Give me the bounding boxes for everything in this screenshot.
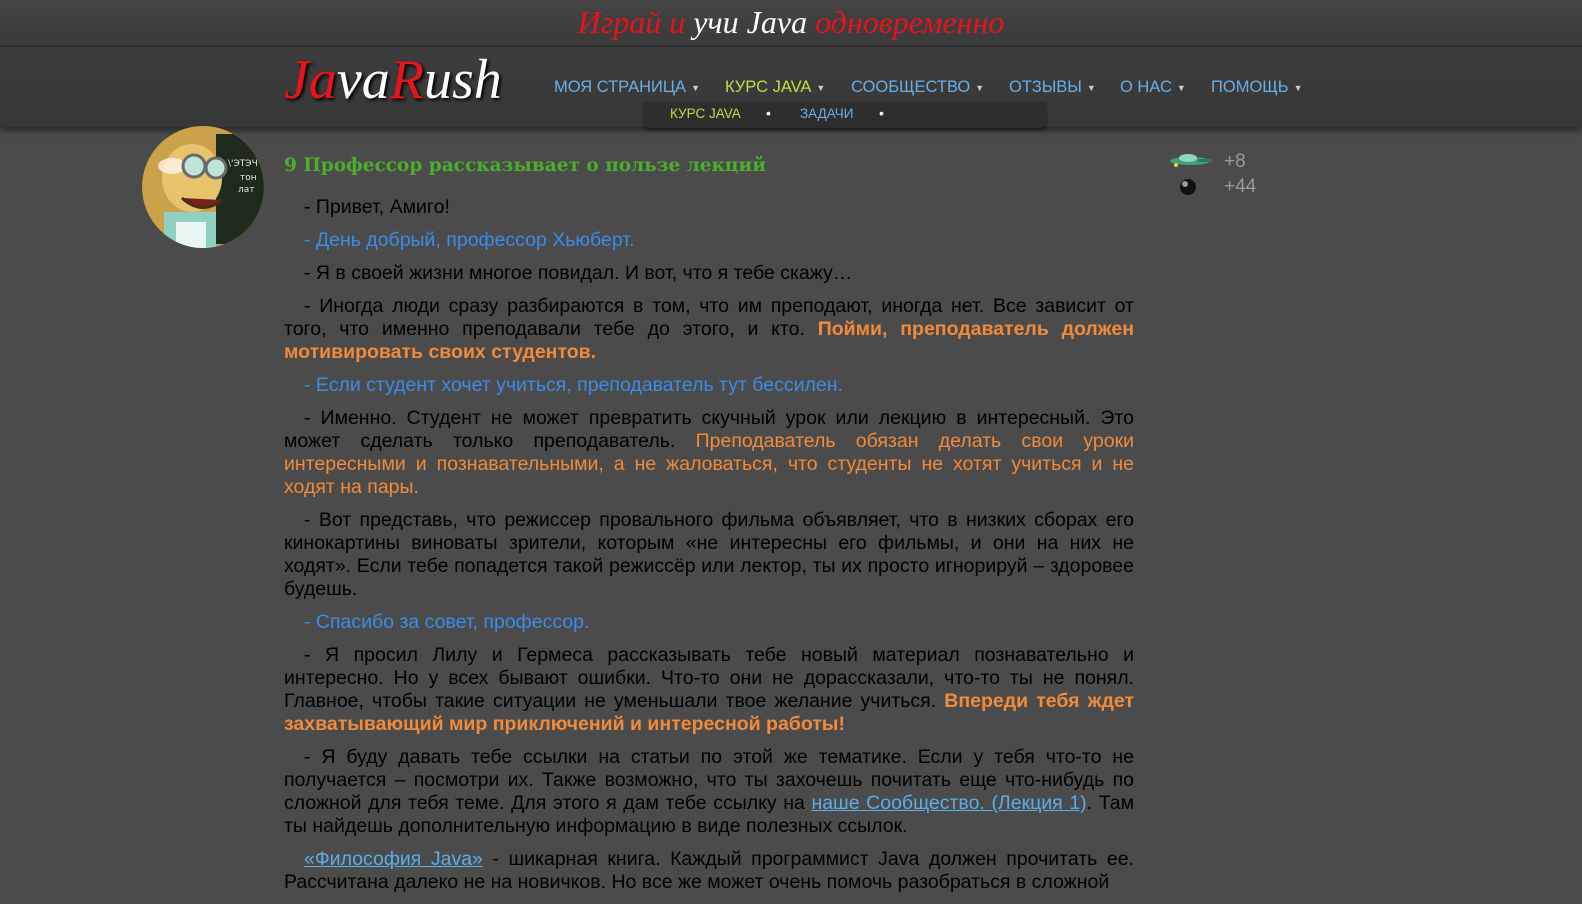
dialog-professor: - Именно. Студент не может превратить ск… (284, 407, 1134, 499)
reward-row: +44 (1176, 175, 1296, 200)
nav-reviews[interactable]: ОТЗЫВЫ ▼ (1009, 74, 1096, 101)
banner-part-play: Играй и (577, 4, 686, 40)
lesson-title: 9 Профессор рассказывает о пользе лекций (284, 155, 766, 176)
svg-text:тон: тон (240, 173, 257, 183)
banner-part-simultaneously: одновременно (815, 4, 1005, 40)
logo-letter-a: a (308, 49, 337, 111)
dialog-professor: - Я буду давать тебе ссылки на статьи по… (284, 746, 1134, 838)
nav-java-course[interactable]: КУРС JAVA ▼ (725, 74, 825, 101)
logo-letter-r: R (389, 49, 424, 111)
nav-community[interactable]: СООБЩЕСТВО ▼ (851, 74, 984, 101)
nav-about[interactable]: О НАС ▼ (1120, 74, 1186, 101)
community-lecture-link[interactable]: наше Сообщество. (Лекция 1) (811, 792, 1086, 814)
dialog-amigo: - День добрый, профессор Хьюберт. (304, 229, 635, 251)
svg-text:\'ЭТЭЧ: \'ЭТЭЧ (228, 159, 258, 169)
nav-reviews-label: ОТЗЫВЫ (1009, 78, 1082, 96)
caret-down-icon: ▼ (1176, 82, 1186, 93)
banner-part-learn: учи Java (685, 4, 816, 40)
dialog-professor: - Я просил Лилу и Гермеса рассказывать т… (284, 644, 1134, 736)
dialog-professor: - Привет, Амиго! (304, 196, 450, 218)
logo-text-ush: ush (423, 49, 502, 111)
nav-java-course-label: КУРС JAVA (725, 78, 812, 96)
dialog-amigo: - Спасибо за совет, профессор. (304, 611, 590, 633)
caret-down-icon: ▼ (1293, 82, 1303, 93)
dialog-amigo: - Если студент хочет учиться, преподават… (304, 374, 843, 396)
subnav-separator-dot: • (766, 105, 771, 121)
professor-avatar: \'ЭТЭЧ тон лат (142, 126, 264, 248)
logo-letter-j: J (284, 49, 309, 111)
top-banner: Играй и учи Java одновременно (0, 0, 1582, 47)
reward-row: +8 (1170, 150, 1296, 175)
caret-down-icon: ▼ (975, 82, 985, 93)
nav-community-label: СООБЩЕСТВО (851, 78, 971, 96)
dialog-professor: - Вот представь, что режиссер провальног… (284, 509, 1134, 600)
nav-help[interactable]: ПОМОЩЬ ▼ (1211, 74, 1303, 101)
lesson-rewards: +8 +44 (1170, 150, 1296, 200)
javarush-logo[interactable]: JavaRush (284, 50, 502, 110)
spaceship-reward-value: +8 (1224, 151, 1246, 172)
nav-my-page[interactable]: МОЯ СТРАНИЦА ▼ (554, 74, 700, 101)
black-matter-icon (1180, 179, 1196, 195)
black-matter-reward-value: +44 (1224, 176, 1257, 197)
caret-down-icon: ▼ (816, 82, 826, 93)
logo-text-va: va (336, 49, 390, 111)
caret-down-icon: ▼ (1086, 82, 1096, 93)
dialog-professor: - Я в своей жизни многое повидал. И вот,… (304, 262, 853, 284)
sub-nav: КУРС JAVA • ЗАДАЧИ • (644, 102, 1046, 128)
nav-my-page-label: МОЯ СТРАНИЦА (554, 78, 687, 96)
nav-help-label: ПОМОЩЬ (1211, 78, 1289, 96)
subnav-java-course[interactable]: КУРС JAVA (670, 102, 741, 126)
subnav-tasks[interactable]: ЗАДАЧИ (800, 102, 853, 126)
dialog-professor: - Иногда люди сразу разбираются в том, ч… (284, 295, 1134, 364)
subnav-separator-dot: • (879, 105, 884, 121)
spaceship-icon (1170, 154, 1212, 167)
nav-about-label: О НАС (1120, 78, 1172, 96)
lesson-content: 9 Профессор рассказывает о пользе лекций… (284, 152, 1134, 904)
professor-portrait-icon: \'ЭТЭЧ тон лат (142, 126, 264, 248)
caret-down-icon: ▼ (691, 82, 700, 93)
dialog-professor: «Философия Java» - шикарная книга. Кажды… (284, 848, 1134, 894)
svg-text:лат: лат (238, 185, 255, 195)
thinking-in-java-link[interactable]: «Философия Java» (304, 848, 483, 870)
